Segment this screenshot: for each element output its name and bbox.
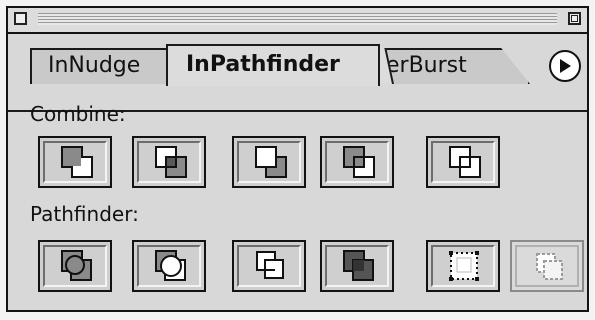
tab-inpathfinder[interactable]: InPathfinder [166,44,380,86]
pathfinder-disabled-icon [536,253,563,280]
section-label-pathfinder: Pathfinder: [30,202,139,226]
tab-innudge[interactable]: InNudge [30,48,170,84]
palette-titlebar[interactable] [8,8,587,34]
combine-add-icon [61,146,93,178]
combine-intersect-button[interactable] [232,136,306,188]
triangle-right-icon [560,59,571,73]
pathfinder-outline-button[interactable] [320,240,394,292]
tab-inburst[interactable]: erBurst [370,48,530,84]
combine-minus-back-button[interactable] [426,136,500,188]
titlebar-drag-stripes[interactable] [38,13,557,25]
combine-intersect-icon [255,146,287,178]
section-label-combine: Combine: [30,102,126,126]
pathfinder-outline-icon [343,250,374,281]
pathfinder-trim-button[interactable] [132,240,206,292]
pathfinder-divide-icon [61,250,92,281]
pathfinder-divide-button[interactable] [38,240,112,292]
pathfinder-merge-button[interactable] [426,240,500,292]
combine-minus-back-icon [449,146,481,178]
tab-label: InNudge [48,53,141,78]
combine-exclude-button[interactable] [320,136,394,188]
palette-menu-button[interactable] [549,50,581,82]
tab-label: erBurst [386,53,467,78]
pathfinder-trim-icon [155,250,186,281]
combine-add-button[interactable] [38,136,112,188]
zoom-box-icon[interactable] [568,12,581,25]
close-box-icon[interactable] [14,12,27,25]
combine-subtract-icon [155,146,187,178]
tab-row: InNudge erBurst InPathfinder [8,34,587,112]
tab-label: InPathfinder [186,52,340,77]
pathfinder-merge-icon [449,251,479,281]
pathfinder-palette: InNudge erBurst InPathfinder Combine: Pa… [6,6,589,312]
pathfinder-disabled-button[interactable] [510,240,584,292]
combine-subtract-button[interactable] [132,136,206,188]
pathfinder-crop-button[interactable] [232,240,306,292]
combine-exclude-overlap-icon [343,146,375,178]
pathfinder-crop-icon [256,251,284,279]
